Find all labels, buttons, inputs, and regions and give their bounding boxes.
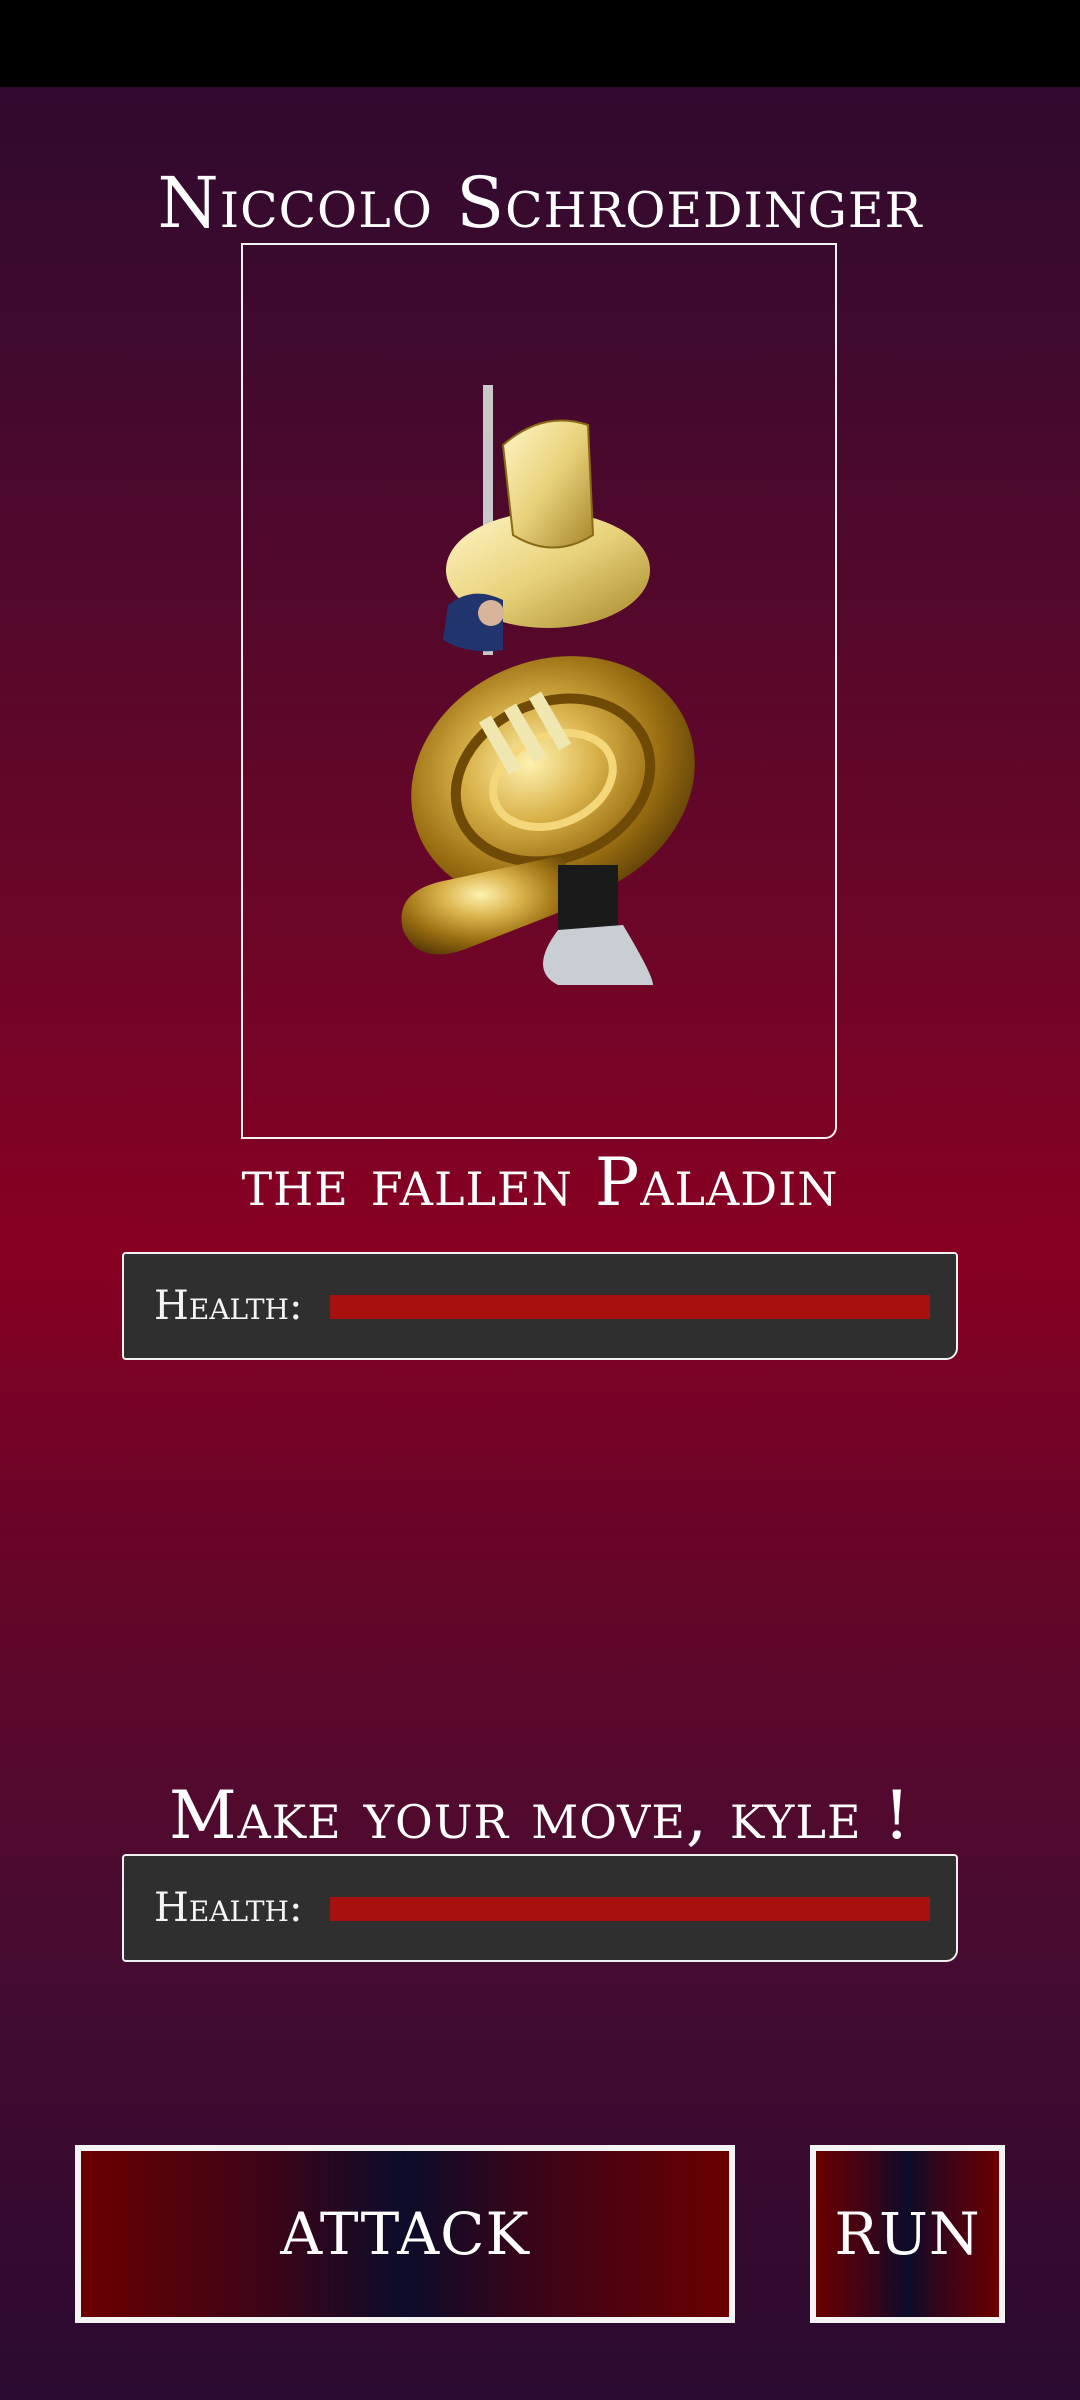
enemy-name: Niccolo Schroedinger xyxy=(157,162,923,244)
enemy-portrait-frame xyxy=(241,243,837,1139)
enemy-health-label: Health: xyxy=(154,1283,303,1329)
player-health-panel: Health: xyxy=(122,1854,958,1962)
player-health-label: Health: xyxy=(154,1885,303,1931)
enemy-health-fill xyxy=(330,1295,930,1319)
status-bar xyxy=(0,0,1080,87)
enemy-health-panel: Health: xyxy=(122,1252,958,1360)
player-health-track xyxy=(330,1897,930,1921)
run-button[interactable]: RUN xyxy=(810,2145,1005,2323)
tuba-paladin-portrait xyxy=(401,385,695,985)
player-health-fill xyxy=(330,1897,930,1921)
enemy-subtitle: the fallen Paladin xyxy=(241,1144,839,1221)
attack-button[interactable]: ATTACK xyxy=(75,2145,735,2323)
enemy-health-track xyxy=(330,1295,930,1319)
player-prompt: Make your move, kyle ! xyxy=(168,1777,912,1854)
